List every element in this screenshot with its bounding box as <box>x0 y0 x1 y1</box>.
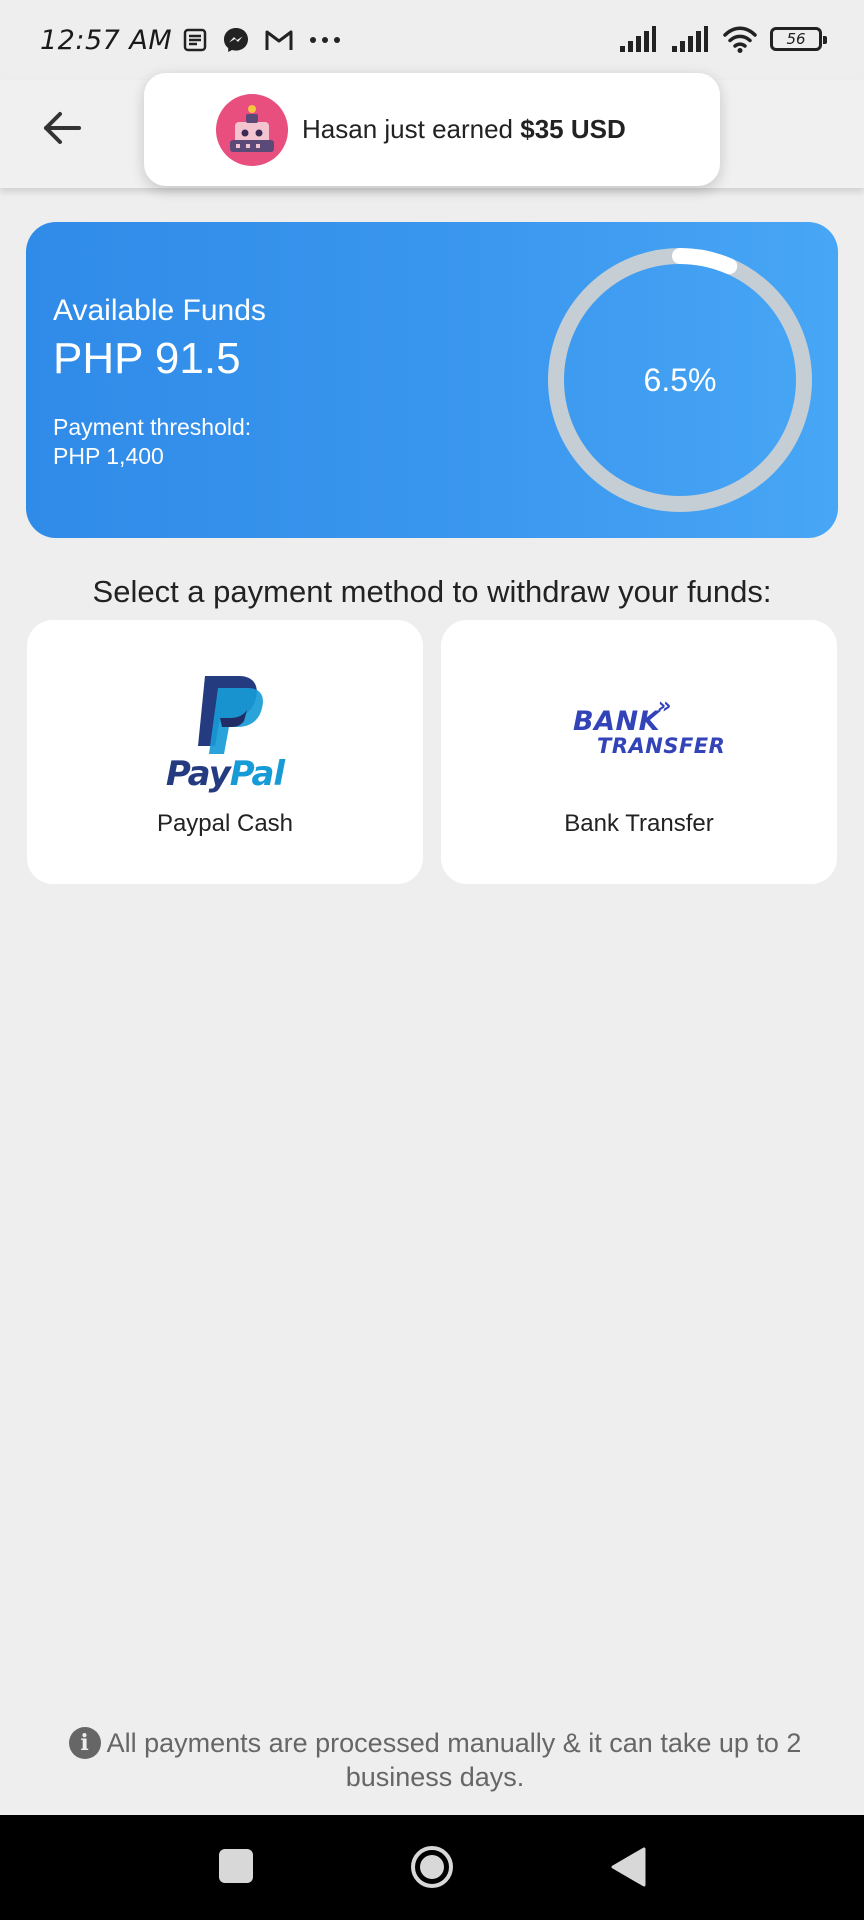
recent-apps-button[interactable] <box>219 1849 253 1883</box>
battery-level: 56 <box>786 30 806 48</box>
bank-transfer-logo: BANK » TRANSFER <box>573 694 725 758</box>
threshold-value: PHP 1,400 <box>53 443 164 469</box>
paypal-word-pay: Pay <box>165 754 231 794</box>
signal-icon <box>620 26 656 52</box>
battery-icon: 56 <box>770 27 827 51</box>
gmail-icon <box>265 30 293 50</box>
paypal-method-card[interactable]: PayPal Paypal Cash <box>27 620 423 884</box>
toast-amount: $35 USD <box>520 114 626 144</box>
toast-text: Hasan just earned <box>302 114 521 144</box>
bank-logo-arrows-icon: » <box>657 694 672 719</box>
arrow-left-icon <box>44 112 81 144</box>
status-bar: 12:57 AM 56 <box>0 0 864 80</box>
threshold-label: Payment threshold: <box>53 414 252 440</box>
payment-processing-note: i All payments are processed manually & i… <box>40 1726 830 1794</box>
progress-percent: 6.5% <box>643 361 717 398</box>
earning-toast: Hasan just earned $35 USD <box>144 73 720 186</box>
bank-logo-line2: TRANSFER <box>597 734 726 758</box>
back-button[interactable] <box>36 102 88 154</box>
toast-message: Hasan just earned $35 USD <box>302 114 626 145</box>
paypal-word-pal: Pal <box>229 754 285 794</box>
status-system-icons: 56 <box>618 24 827 54</box>
notes-icon <box>183 28 207 52</box>
available-funds-card: Available Funds PHP 91.5 Payment thresho… <box>26 222 838 538</box>
funds-value: PHP 91.5 <box>53 334 241 383</box>
bank-logo-line1: BANK <box>573 706 660 737</box>
wifi-icon <box>723 26 757 53</box>
paypal-p-icon <box>198 676 263 754</box>
system-navigation-bar <box>0 1815 864 1920</box>
robot-avatar-icon <box>216 93 288 166</box>
bank-transfer-method-label: Bank Transfer <box>564 810 714 837</box>
messenger-icon <box>224 28 249 52</box>
paypal-method-label: Paypal Cash <box>156 810 294 837</box>
status-time: 12:57 AM <box>40 24 173 56</box>
home-button[interactable] <box>410 1845 454 1889</box>
paypal-logo: PayPal <box>159 672 291 794</box>
more-dots-icon <box>310 37 341 43</box>
info-icon: i <box>68 1727 101 1759</box>
payment-note-text: All payments are processed manually & it… <box>106 1728 802 1792</box>
paypal-wordmark: PayPal <box>159 754 291 794</box>
nav-back-button[interactable] <box>608 1846 648 1888</box>
bank-transfer-method-card[interactable]: BANK » TRANSFER Bank Transfer <box>441 620 837 884</box>
signal-icon <box>672 26 708 52</box>
status-notification-icons <box>182 26 342 54</box>
funds-label: Available Funds <box>53 294 266 327</box>
payment-method-heading: Select a payment method to withdraw your… <box>92 574 772 609</box>
